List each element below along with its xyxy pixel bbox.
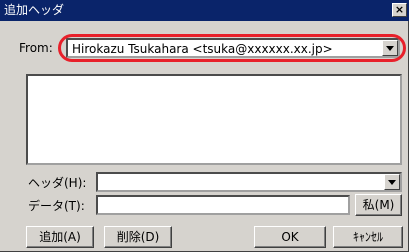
cancel-button[interactable]: ｷｬﾝｾﾙ	[333, 226, 403, 248]
private-button[interactable]: 私(M)	[355, 194, 402, 216]
dialog-title: 追加ヘッダ	[4, 3, 65, 17]
add-button[interactable]: 追加(A)	[26, 226, 94, 248]
delete-button[interactable]: 削除(D)	[104, 226, 172, 248]
add-header-dialog: 追加ヘッダ × From: Hirokazu Tsukahara <tsuka@…	[0, 0, 409, 252]
header-select[interactable]	[96, 172, 402, 192]
header-dropdown-button[interactable]	[384, 174, 400, 190]
highlight-outline	[58, 34, 406, 62]
data-label: データ(T):	[28, 199, 85, 213]
close-button[interactable]: ×	[392, 3, 407, 17]
ok-button[interactable]: OK	[254, 226, 326, 248]
chevron-down-icon	[388, 180, 396, 185]
title-bar[interactable]: 追加ヘッダ ×	[0, 0, 409, 21]
header-label: ヘッダ(H):	[28, 176, 87, 190]
data-input[interactable]	[96, 195, 350, 215]
from-label: From:	[19, 41, 53, 55]
header-list[interactable]	[26, 74, 402, 165]
